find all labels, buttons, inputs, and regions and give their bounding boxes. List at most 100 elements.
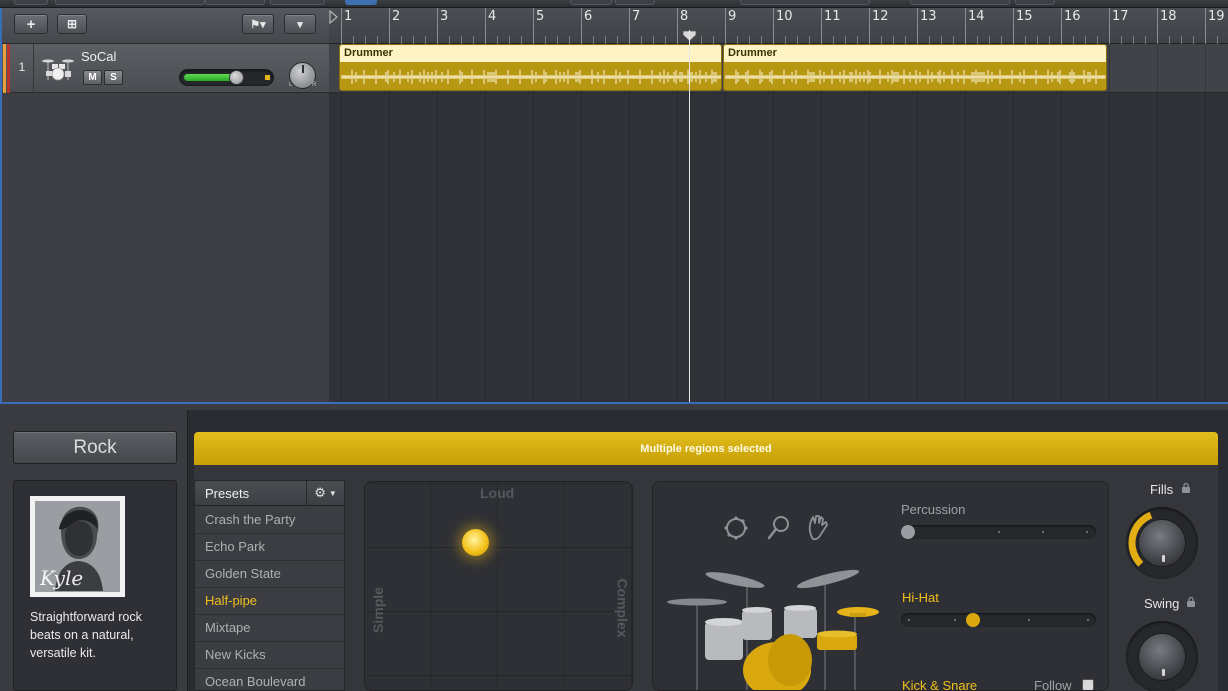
beat-tick xyxy=(1025,36,1026,44)
beat-tick xyxy=(497,36,498,44)
bar-number: 18 xyxy=(1160,9,1177,24)
chevron-down-icon: ▼ xyxy=(328,488,337,498)
fills-lock-icon[interactable] xyxy=(1181,482,1191,494)
follow-label: Follow xyxy=(1034,678,1072,691)
beat-tick xyxy=(1145,36,1146,44)
bar-line xyxy=(1109,8,1110,44)
bar-number: 10 xyxy=(776,9,793,24)
bar-number: 3 xyxy=(440,9,449,24)
beat-tick xyxy=(797,36,798,44)
drummer-region[interactable]: Drummer xyxy=(339,44,722,91)
grid-line xyxy=(629,44,630,402)
beat-tick xyxy=(1073,36,1074,44)
presets-action-menu[interactable]: ⚙ ▼ xyxy=(306,481,344,505)
solo-button[interactable]: S xyxy=(104,70,123,85)
pan-right-label: R xyxy=(312,82,317,88)
region-selection-banner: Multiple regions selected xyxy=(194,432,1218,465)
volume-marker xyxy=(265,75,270,80)
collapse-menu-button[interactable]: ▾ xyxy=(284,14,316,34)
beat-tick xyxy=(365,36,366,44)
beat-tick xyxy=(989,36,990,44)
cycle-start-icon xyxy=(329,10,338,24)
presets-header: Presets ⚙ ▼ xyxy=(195,481,344,506)
xy-left-label: Simple xyxy=(369,587,386,633)
bar-number: 5 xyxy=(536,9,545,24)
add-track-button[interactable]: + xyxy=(14,14,48,34)
bar-line xyxy=(725,8,726,44)
preset-item[interactable]: Crash the Party xyxy=(195,507,344,534)
track-volume-slider[interactable] xyxy=(179,69,274,86)
volume-thumb[interactable] xyxy=(229,70,245,85)
beat-tick xyxy=(893,36,894,44)
fills-knob[interactable] xyxy=(1126,507,1198,579)
hihat-thumb[interactable] xyxy=(966,613,981,627)
preset-item[interactable]: Golden State xyxy=(195,561,344,588)
mute-button[interactable]: M xyxy=(83,70,102,85)
record-enable-strip xyxy=(7,44,10,93)
preset-item[interactable]: Half-pipe xyxy=(195,588,344,615)
beat-tick xyxy=(881,36,882,44)
garageband-window: + ⊞ ⚑▾ ▾ 1 SoCal M S L R 1 2 3 4 5 6 7 8… xyxy=(0,0,1228,691)
bar-number: 4 xyxy=(488,9,497,24)
grid-line xyxy=(1013,44,1014,402)
beat-tick xyxy=(413,36,414,44)
beat-tick xyxy=(905,36,906,44)
playhead[interactable] xyxy=(689,30,690,402)
hihat-slider[interactable] xyxy=(901,613,1096,627)
beat-tick xyxy=(833,36,834,44)
bar-number: 11 xyxy=(824,9,841,24)
flag-menu-button[interactable]: ⚑▾ xyxy=(242,14,274,34)
drummer-editor: Rock Kyle Straightforward rock beats on … xyxy=(0,404,1228,691)
presets-title: Presets xyxy=(205,486,250,501)
beat-tick xyxy=(557,36,558,44)
bar-number: 16 xyxy=(1064,9,1081,24)
grid-line xyxy=(821,44,822,402)
percussion-thumb[interactable] xyxy=(901,525,915,539)
beat-xy-pad[interactable]: Loud Simple Complex xyxy=(364,481,633,691)
drummer-card[interactable]: Kyle Straightforward rock beats on a nat… xyxy=(13,480,177,691)
shaker-icon[interactable] xyxy=(766,515,790,541)
drummer-photo: Kyle xyxy=(30,496,125,597)
track-name[interactable]: SoCal xyxy=(81,49,116,64)
clap-icon[interactable] xyxy=(806,513,830,541)
swing-lock-icon[interactable] xyxy=(1186,596,1196,608)
bar-line xyxy=(821,8,822,44)
xy-puck[interactable] xyxy=(462,529,489,556)
beat-tick xyxy=(449,36,450,44)
bar-line xyxy=(533,8,534,44)
preset-item[interactable]: Mixtape xyxy=(195,615,344,642)
preset-item[interactable]: New Kicks xyxy=(195,642,344,669)
follow-checkbox[interactable] xyxy=(1082,679,1094,690)
beat-tick xyxy=(1169,36,1170,44)
drum-kit-illustration[interactable] xyxy=(665,560,885,691)
track-header-socal[interactable]: 1 SoCal M S L R xyxy=(0,44,329,93)
beat-tick xyxy=(1037,36,1038,44)
region-name: Drummer xyxy=(724,45,1106,62)
beat-tick xyxy=(785,36,786,44)
beat-tick xyxy=(641,36,642,44)
xy-right-label: Complex xyxy=(614,578,631,638)
beat-tick xyxy=(737,36,738,44)
region-waveform xyxy=(725,70,1106,84)
grid-line xyxy=(869,44,870,402)
genre-button[interactable]: Rock xyxy=(13,431,177,464)
drummer-library-pane: Rock Kyle Straightforward rock beats on … xyxy=(0,410,188,691)
tracks-timeline[interactable]: 1 2 3 4 5 6 7 8 9 10 11 12 13 14 15 16 17 18 19 Drummer Dru… xyxy=(329,8,1228,402)
new-track-stack-button[interactable]: ⊞ xyxy=(57,14,87,34)
preset-item[interactable]: Ocean Boulevard xyxy=(195,669,344,691)
grid-line xyxy=(485,44,486,402)
tambourine-icon[interactable] xyxy=(723,515,749,541)
empty-track-area[interactable] xyxy=(0,94,329,404)
drum-kit-icon xyxy=(42,59,74,81)
bar-line xyxy=(1205,8,1206,44)
preset-item[interactable]: Echo Park xyxy=(195,534,344,561)
bar-line xyxy=(437,8,438,44)
swing-knob[interactable] xyxy=(1126,621,1198,691)
ruler[interactable]: 1 2 3 4 5 6 7 8 9 10 11 12 13 14 15 16 17 18 19 xyxy=(329,8,1228,44)
beat-tick xyxy=(1217,36,1218,44)
percussion-slider[interactable] xyxy=(901,525,1096,539)
control-bar-remnant xyxy=(0,0,1228,8)
grid-line xyxy=(1109,44,1110,402)
drummer-region[interactable]: Drummer xyxy=(723,44,1107,91)
percussion-label: Percussion xyxy=(901,502,966,517)
